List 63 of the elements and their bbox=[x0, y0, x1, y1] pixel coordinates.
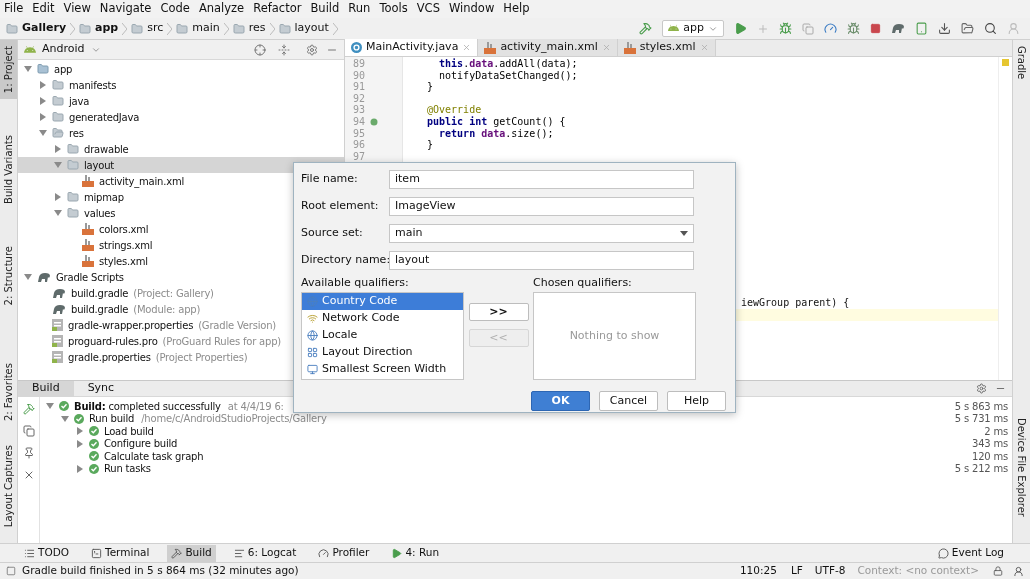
tree-item-label: proguard-rules.pro bbox=[68, 334, 158, 349]
build-step-detail: at 4/4/19 6: bbox=[227, 399, 284, 414]
tree-item-label: drawable bbox=[84, 142, 129, 157]
line-number: 89 bbox=[353, 58, 367, 70]
field-label: File name: bbox=[301, 171, 359, 188]
line-number: 95 bbox=[353, 127, 367, 140]
code-line: iewGroup parent) { bbox=[741, 297, 850, 309]
build-step-time: 120 ms bbox=[971, 449, 1009, 464]
build-step-label: Run tasks bbox=[104, 462, 151, 477]
section-label: Chosen qualifiers: bbox=[533, 275, 633, 289]
tree-item-label: build.gradle bbox=[71, 286, 129, 301]
tree-item-detail: (Project Properties) bbox=[155, 350, 248, 365]
code-line: @Override bbox=[427, 104, 482, 116]
build-step-time: 343 ms bbox=[971, 437, 1009, 452]
build-step-time: 5 s 212 ms bbox=[954, 462, 1009, 477]
field-label: Source set: bbox=[301, 225, 364, 242]
code-line: } bbox=[427, 81, 434, 93]
build-step-time: 2 ms bbox=[984, 424, 1009, 439]
line-number: 93 bbox=[353, 104, 367, 116]
tree-item-label: values bbox=[84, 206, 116, 221]
tree-item-label: strings.xml bbox=[99, 238, 153, 253]
tree-item-detail: (Gradle Version) bbox=[198, 318, 276, 333]
code-line: this.data.addAll(data); bbox=[438, 58, 578, 69]
line-number: 92 bbox=[353, 92, 367, 105]
build-step-label: Load build bbox=[104, 424, 154, 439]
tree-item-label: manifests bbox=[69, 78, 117, 93]
build-step-label: Calculate task graph bbox=[104, 449, 204, 464]
build-step-time: 5 s 731 ms bbox=[954, 412, 1009, 427]
tree-item-label: styles.xml bbox=[99, 254, 148, 269]
tree-item-label: java bbox=[69, 94, 90, 109]
code-line: public int getCount() { bbox=[427, 115, 566, 127]
line-number: 97 bbox=[353, 150, 367, 163]
code-line: return data.size(); bbox=[438, 127, 554, 139]
line-number: 96 bbox=[353, 139, 367, 151]
tree-item-label: colors.xml bbox=[99, 222, 149, 237]
tree-item-label: Gradle Scripts bbox=[56, 270, 124, 285]
code-line: notifyDataSetChanged(); bbox=[438, 69, 578, 81]
status-message: Gradle build finished in 5 s 864 ms (32 minutes ago) bbox=[22, 563, 299, 579]
tree-item-label: build.gradle bbox=[71, 302, 129, 317]
tree-item-label: activity_main.xml bbox=[99, 174, 185, 189]
tree-item-detail: (ProGuard Rules for app) bbox=[162, 334, 282, 349]
line-number: 91 bbox=[353, 81, 367, 93]
tree-item-label: res bbox=[69, 126, 84, 141]
empty-list-text: Nothing to show bbox=[569, 327, 660, 344]
build-step-label: Configure build bbox=[104, 437, 178, 452]
tree-item-detail: (Project: Gallery) bbox=[133, 286, 214, 301]
field-label: Root element: bbox=[301, 198, 380, 215]
tree-item-label: gradle.properties bbox=[68, 350, 151, 365]
line-number: 94 bbox=[353, 115, 367, 128]
tree-item-label: gradle-wrapper.properties bbox=[68, 318, 194, 333]
build-step-label: Build: completed successfully bbox=[74, 399, 221, 414]
build-step-detail: /home/c/AndroidStudioProjects/Gallery bbox=[141, 412, 327, 427]
tree-item-label: mipmap bbox=[84, 190, 124, 205]
tree-item-label: layout bbox=[84, 158, 114, 173]
section-label: Available qualifiers: bbox=[301, 275, 410, 289]
build-step-time: 5 s 863 ms bbox=[954, 399, 1009, 414]
tree-item-detail: (Module: app) bbox=[133, 302, 201, 317]
build-step-label: Run build bbox=[89, 412, 135, 427]
field-label: Directory name: bbox=[301, 252, 389, 269]
code-line: } bbox=[427, 139, 434, 151]
line-number: 90 bbox=[353, 69, 367, 82]
tree-item-label: generatedJava bbox=[69, 110, 140, 125]
tree-item-label: app bbox=[54, 62, 73, 77]
